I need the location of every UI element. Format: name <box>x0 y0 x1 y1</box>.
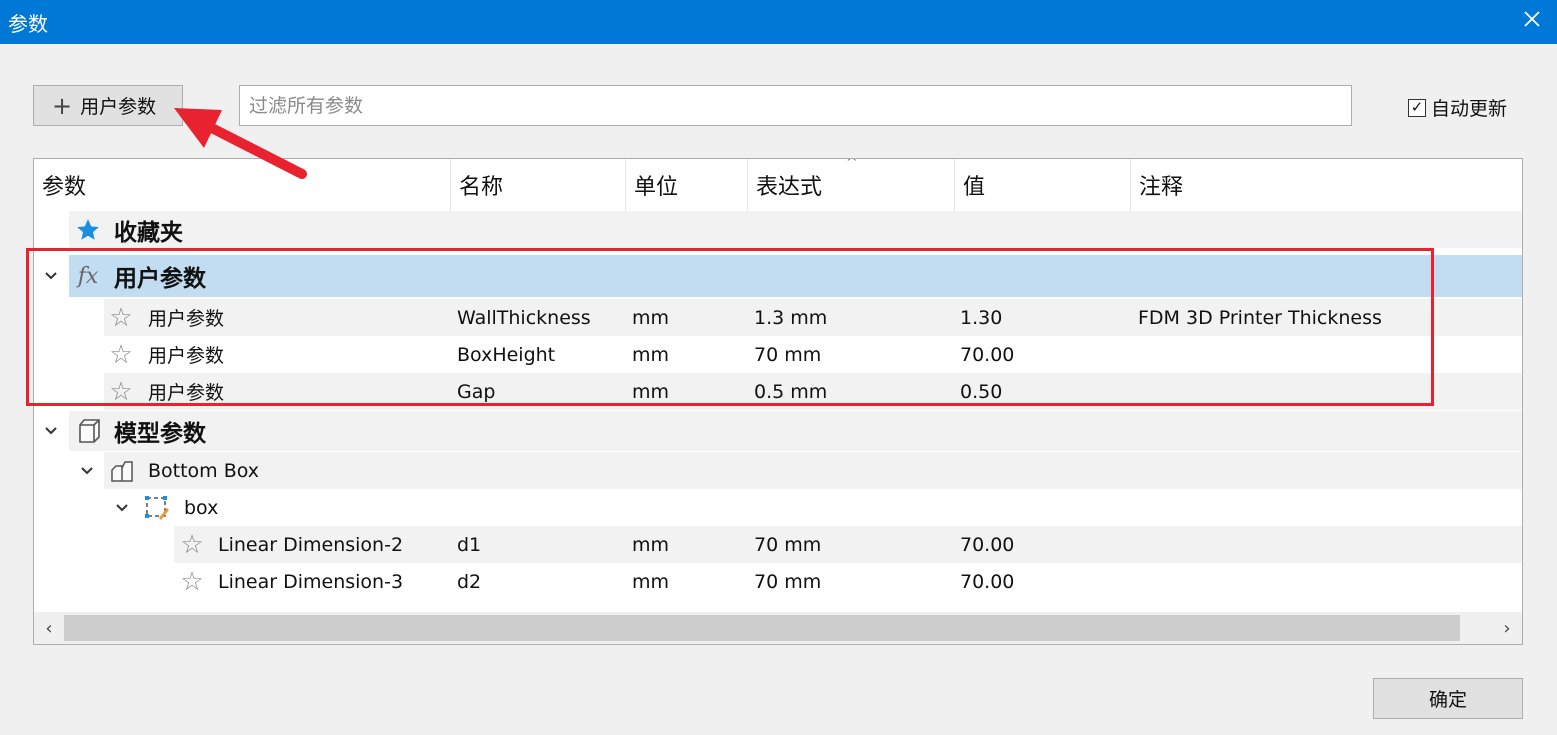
unit-cell: mm <box>632 343 670 366</box>
unit-cell: mm <box>632 380 670 403</box>
param-cell: Linear Dimension-3 <box>218 570 404 593</box>
star-outline-icon[interactable]: ☆ <box>107 304 135 332</box>
ok-button-label: 确定 <box>1428 689 1467 711</box>
favorites-group-row[interactable]: 收藏夹 <box>34 211 1522 248</box>
parameters-table: 参数 名称 单位 表达式 值 注释 ^ 收藏夹 fx 用户参数 ☆ 用户参数 W… <box>33 158 1523 645</box>
table-row[interactable]: ☆ 用户参数 Gap mm 0.5 mm 0.50 <box>34 373 1522 410</box>
expression-cell[interactable]: 70 mm <box>754 563 821 600</box>
name-cell: Gap <box>457 380 496 403</box>
param-cell: Linear Dimension-2 <box>218 533 404 556</box>
name-cell: d2 <box>457 570 482 593</box>
chevron-down-icon[interactable] <box>42 411 60 451</box>
model-parameters-group-row[interactable]: 模型参数 <box>34 411 1522 451</box>
star-outline-icon[interactable]: ☆ <box>178 531 206 559</box>
auto-update-label: 自动更新 <box>1431 98 1508 120</box>
close-icon[interactable] <box>1519 6 1545 32</box>
table-row[interactable]: ☆ Linear Dimension-2 d1 mm 70 mm 70.00 <box>34 526 1522 563</box>
value-cell: 70.00 <box>960 570 1015 593</box>
param-cell: 用户参数 <box>148 308 225 330</box>
filter-input[interactable] <box>239 85 1352 126</box>
scrollbar-thumb[interactable] <box>64 615 1460 641</box>
expression-cell[interactable]: 1.3 mm <box>754 299 827 336</box>
star-outline-icon[interactable]: ☆ <box>178 568 206 596</box>
star-outline-icon[interactable]: ☆ <box>107 341 135 369</box>
value-cell: 70.00 <box>960 533 1015 556</box>
add-user-parameter-button[interactable]: + 用户参数 <box>33 85 183 126</box>
table-row[interactable]: ☆ 用户参数 BoxHeight mm 70 mm 70.00 <box>34 336 1522 373</box>
table-row[interactable]: ☆ 用户参数 WallThickness mm 1.3 mm 1.30 FDM … <box>34 299 1522 336</box>
param-cell: 用户参数 <box>148 345 225 367</box>
sketch-icon <box>143 494 171 522</box>
user-parameters-group-row[interactable]: fx 用户参数 <box>34 255 1522 297</box>
value-cell: 1.30 <box>960 306 1003 329</box>
column-header-parameter[interactable]: 参数 <box>34 159 451 211</box>
model-parameters-label: 模型参数 <box>114 421 206 447</box>
column-header-unit[interactable]: 单位 <box>626 159 748 211</box>
sort-ascending-icon: ^ <box>846 158 858 171</box>
unit-cell: mm <box>632 570 670 593</box>
favorites-label: 收藏夹 <box>114 219 183 246</box>
param-cell: 用户参数 <box>148 382 225 404</box>
star-outline-icon[interactable]: ☆ <box>107 378 135 406</box>
component-label: Bottom Box <box>148 459 260 482</box>
expression-cell[interactable]: 70 mm <box>754 526 821 563</box>
star-filled-icon <box>74 216 102 244</box>
window-title: 参数 <box>8 12 48 36</box>
unit-cell: mm <box>632 306 670 329</box>
component-row[interactable]: Bottom Box <box>34 452 1522 489</box>
column-header-value[interactable]: 值 <box>955 159 1131 211</box>
chevron-down-icon[interactable] <box>42 255 60 297</box>
chevron-down-icon[interactable] <box>78 452 96 489</box>
scroll-right-icon[interactable]: › <box>1492 612 1522 644</box>
fx-icon: fx <box>77 263 99 289</box>
expression-cell[interactable]: 70 mm <box>754 336 821 373</box>
expression-cell[interactable]: 0.5 mm <box>754 373 827 410</box>
table-header: 参数 名称 单位 表达式 值 注释 ^ <box>34 159 1522 211</box>
value-cell: 70.00 <box>960 343 1015 366</box>
user-parameters-label: 用户参数 <box>114 266 206 292</box>
table-row[interactable]: ☆ Linear Dimension-3 d2 mm 70 mm 70.00 <box>34 563 1522 600</box>
column-header-comment[interactable]: 注释 <box>1131 159 1522 211</box>
title-bar: 参数 <box>0 0 1557 44</box>
auto-update-checkbox[interactable]: ✓ 自动更新 <box>1408 94 1507 121</box>
horizontal-scrollbar[interactable]: ‹ › <box>34 612 1522 644</box>
value-cell: 0.50 <box>960 380 1003 403</box>
component-icon <box>108 457 136 485</box>
name-cell: d1 <box>457 533 482 556</box>
sketch-row[interactable]: box <box>34 489 1522 526</box>
cube-icon <box>74 417 102 445</box>
column-header-name[interactable]: 名称 <box>451 159 626 211</box>
checkbox-checked-icon: ✓ <box>1408 98 1426 117</box>
scroll-left-icon[interactable]: ‹ <box>34 612 64 644</box>
chevron-down-icon[interactable] <box>113 489 131 526</box>
name-cell: WallThickness <box>457 306 591 329</box>
ok-button[interactable]: 确定 <box>1373 678 1523 719</box>
add-user-parameter-label: 用户参数 <box>80 96 157 118</box>
unit-cell: mm <box>632 533 670 556</box>
plus-icon: + <box>52 91 73 120</box>
sketch-label: box <box>184 496 219 519</box>
name-cell: BoxHeight <box>457 343 556 366</box>
comment-cell[interactable]: FDM 3D Printer Thickness <box>1138 299 1382 336</box>
